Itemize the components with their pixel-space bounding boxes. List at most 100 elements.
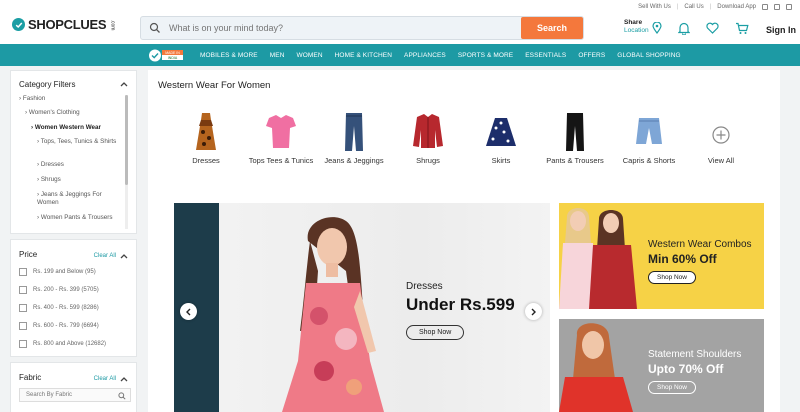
sidebar: Category Filters › Fashion › Women's Clo… xyxy=(10,70,137,412)
nav-item-women[interactable]: WOMEN xyxy=(297,52,323,59)
svg-text:MADE IN: MADE IN xyxy=(165,51,180,55)
category-label: Dresses xyxy=(192,156,220,165)
promo2-text: Statement Shoulders Upto 70% Off Shop No… xyxy=(648,349,741,394)
banner-deal: Under Rs.599 xyxy=(406,295,515,314)
category-label: Shrugs xyxy=(416,156,440,165)
location-pin-icon[interactable] xyxy=(652,22,662,34)
category-nav: MADE IN INDIA MOBILES & MORE MEN WOMEN H… xyxy=(0,44,800,66)
promo-model-image xyxy=(559,323,633,412)
category-label: Capris & Shorts xyxy=(622,156,676,165)
nav-item-mobiles[interactable]: MOBILES & MORE xyxy=(200,52,258,59)
shrug-image xyxy=(413,114,443,148)
price-clear-all[interactable]: Clear All xyxy=(94,253,116,259)
chevron-up-icon[interactable] xyxy=(120,253,128,259)
nav-item-offers[interactable]: OFFERS xyxy=(578,52,605,59)
hero-banner[interactable]: Dresses Under Rs.599 Shop Now xyxy=(174,203,550,412)
tree-item-dresses[interactable]: › Dresses xyxy=(37,161,64,169)
sell-with-us-link[interactable]: Sell With Us xyxy=(638,4,671,10)
share-label: Share xyxy=(624,19,643,26)
chevron-up-icon[interactable] xyxy=(120,376,128,382)
tree-item-women-western-wear[interactable]: › Women Western Wear xyxy=(31,124,101,132)
checkbox[interactable] xyxy=(19,340,27,348)
cart-icon[interactable] xyxy=(735,22,749,35)
promo2-shop-now-button[interactable]: Shop Now xyxy=(648,381,696,394)
tree-item-fashion[interactable]: › Fashion xyxy=(19,95,45,103)
price-option[interactable]: Rs. 800 and Above (12682) xyxy=(19,340,106,348)
shorts-image xyxy=(636,118,662,144)
sign-in-link[interactable]: Sign In xyxy=(766,25,796,35)
checkbox[interactable] xyxy=(19,304,27,312)
heart-icon[interactable] xyxy=(706,22,719,34)
main-content: Western Wear For Women Dresses Tops Tees… xyxy=(148,70,780,412)
checkbox[interactable] xyxy=(19,286,27,294)
checkbox[interactable] xyxy=(19,268,27,276)
nav-item-sports[interactable]: SPORTS & MORE xyxy=(458,52,513,59)
download-app-link[interactable]: Download App xyxy=(717,4,756,10)
carousel-next-button[interactable] xyxy=(525,303,542,320)
nav-item-home-kitchen[interactable]: HOME & KITCHEN xyxy=(335,52,392,59)
category-view-all[interactable]: View All xyxy=(686,112,756,165)
fabric-title: Fabric xyxy=(19,373,42,382)
search-bar: Search xyxy=(140,16,584,40)
category-shrugs[interactable]: Shrugs xyxy=(393,112,463,165)
price-option[interactable]: Rs. 400 - Rs. 599 (8286) xyxy=(19,304,99,312)
windows-icon[interactable] xyxy=(786,4,792,10)
category-label: Pants & Trousers xyxy=(546,156,604,165)
category-label: Tops Tees & Tunics xyxy=(248,156,314,165)
carousel-prev-button[interactable] xyxy=(180,303,197,320)
promo-western-combos[interactable]: Western Wear Combos Min 60% Off Shop Now xyxy=(559,203,764,309)
price-option[interactable]: Rs. 200 - Rs. 399 (5705) xyxy=(19,286,99,294)
promo-statement-shoulders[interactable]: Statement Shoulders Upto 70% Off Shop No… xyxy=(559,319,764,412)
chevron-right-icon xyxy=(531,308,536,315)
price-option[interactable]: Rs. 600 - Rs. 799 (6694) xyxy=(19,322,99,330)
fabric-clear-all[interactable]: Clear All xyxy=(94,376,116,382)
apple-icon[interactable] xyxy=(762,4,768,10)
search-input[interactable] xyxy=(161,23,521,33)
tree-item-pants[interactable]: › Women Pants & Trousers xyxy=(37,214,117,222)
promo1-offer: Min 60% Off xyxy=(648,252,717,266)
android-icon[interactable] xyxy=(774,4,780,10)
logo-text: SHOPCLUES xyxy=(28,17,107,32)
price-option[interactable]: Rs. 199 and Below (95) xyxy=(19,268,96,276)
tree-item-jeans[interactable]: › Jeans & Jeggings For Women xyxy=(37,191,117,207)
tree-item-shrugs[interactable]: › Shrugs xyxy=(37,176,61,184)
search-icon xyxy=(149,22,160,33)
tree-item-tops[interactable]: › Tops, Tees, Tunics & Shirts xyxy=(37,138,117,146)
banner-shop-now-button[interactable]: Shop Now xyxy=(406,325,465,340)
share-location[interactable]: Share Location xyxy=(624,19,649,35)
nav-item-men[interactable]: MEN xyxy=(270,52,285,59)
category-dresses[interactable]: Dresses xyxy=(171,112,241,165)
nav-item-essentials[interactable]: ESSENTIALS xyxy=(525,52,566,59)
category-jeans[interactable]: Jeans & Jeggings xyxy=(319,112,389,165)
logo[interactable]: SHOPCLUES .com xyxy=(12,17,118,32)
page-title: Western Wear For Women xyxy=(158,80,271,91)
category-capris[interactable]: Capris & Shorts xyxy=(614,112,684,165)
location-label: Location xyxy=(624,27,649,34)
nav-menu: MOBILES & MORE MEN WOMEN HOME & KITCHEN … xyxy=(200,44,681,66)
made-in-india-badge[interactable]: MADE IN INDIA xyxy=(148,48,184,63)
call-us-link[interactable]: Call Us xyxy=(684,4,703,10)
category-skirts[interactable]: Skirts xyxy=(466,112,536,165)
fabric-search-input[interactable]: Search By Fabric xyxy=(19,388,131,402)
nav-item-global-shopping[interactable]: GLOBAL SHOPPING xyxy=(617,52,680,59)
category-label: Jeans & Jeggings xyxy=(324,156,384,165)
search-button[interactable]: Search xyxy=(521,17,583,39)
banner-text: Dresses Under Rs.599 Shop Now xyxy=(406,281,515,340)
promo1-shop-now-button[interactable]: Shop Now xyxy=(648,271,696,284)
checkbox[interactable] xyxy=(19,322,27,330)
chevron-left-icon xyxy=(186,308,191,315)
logo-check-icon xyxy=(12,18,25,31)
nav-item-appliances[interactable]: APPLIANCES xyxy=(404,52,446,59)
filters-scrollbar[interactable] xyxy=(125,95,128,229)
logo-suffix: .com xyxy=(109,19,116,30)
category-pants[interactable]: Pants & Trousers xyxy=(540,112,610,165)
svg-text:INDIA: INDIA xyxy=(168,56,178,60)
utility-links: Sell With Us | Call Us | Download App xyxy=(638,0,792,14)
category-filters-panel: Category Filters › Fashion › Women's Clo… xyxy=(10,70,137,234)
model-image xyxy=(282,217,384,412)
category-tops[interactable]: Tops Tees & Tunics xyxy=(246,112,316,165)
chevron-up-icon[interactable] xyxy=(120,81,128,87)
bell-icon[interactable] xyxy=(678,22,690,35)
tree-item-womens-clothing[interactable]: › Women's Clothing xyxy=(25,109,80,117)
promo1-title: Western Wear Combos xyxy=(648,239,752,250)
